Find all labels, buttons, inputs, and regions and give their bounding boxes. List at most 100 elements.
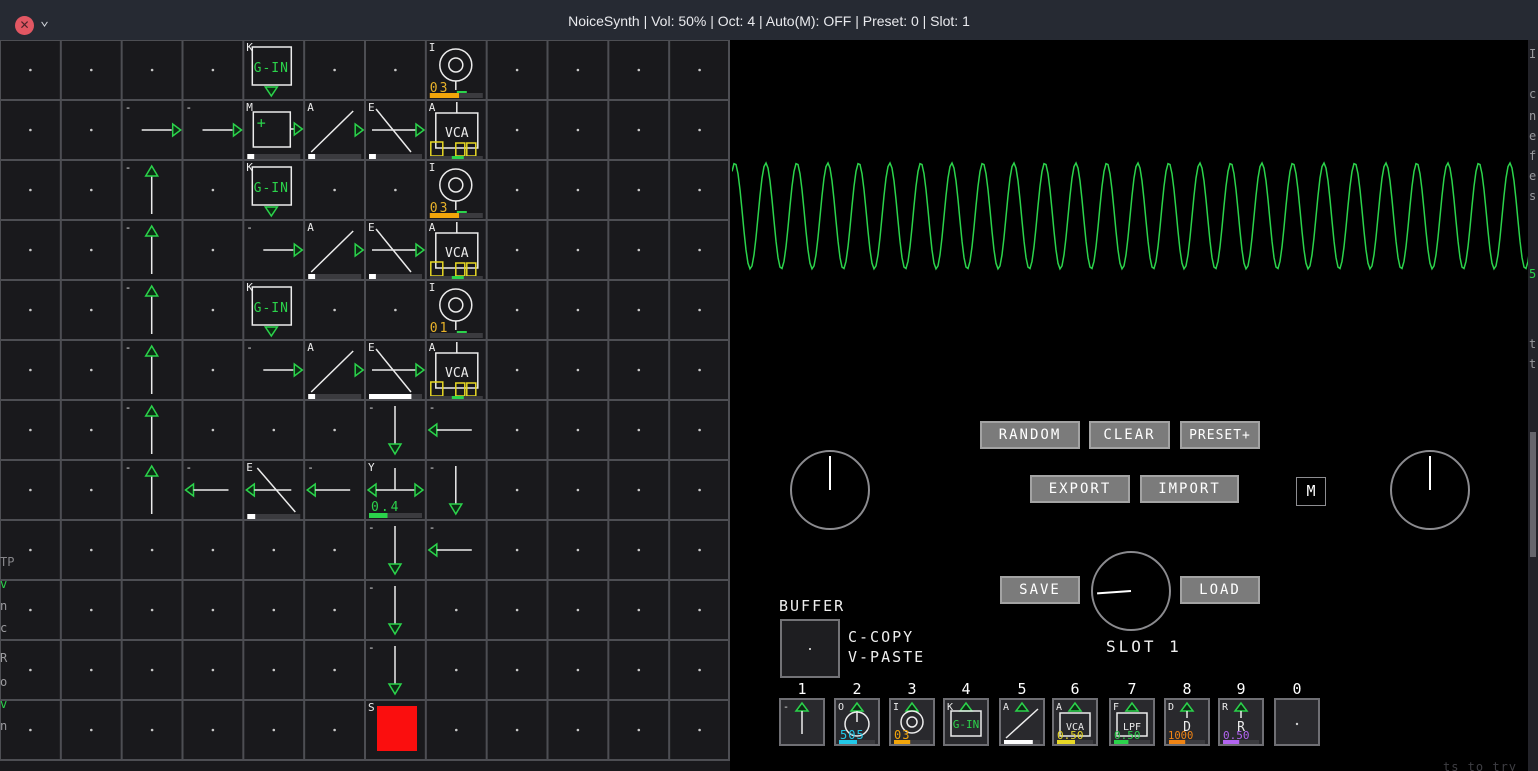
module-wire-down[interactable]: - [368, 581, 401, 634]
svg-text:-: - [783, 702, 789, 713]
left-edge-fragment: TP [0, 556, 14, 568]
module-wire-up[interactable]: - [125, 461, 158, 514]
svg-text:0.4: 0.4 [371, 500, 400, 515]
module-wire-left[interactable]: - [307, 461, 350, 496]
module-wire-up[interactable]: - [125, 161, 158, 214]
svg-text:505: 505 [840, 728, 865, 742]
module-output[interactable]: S [368, 701, 417, 751]
save-button[interactable]: SAVE [1000, 576, 1080, 604]
oscilloscope-display [732, 150, 1538, 280]
svg-text:G-IN: G-IN [953, 718, 980, 731]
module-wire-left[interactable]: - [429, 401, 472, 436]
palette-item-delay[interactable]: DD1000 [1164, 698, 1210, 746]
svg-text:-: - [246, 341, 253, 354]
svg-text:A: A [307, 341, 314, 354]
load-button[interactable]: LOAD [1180, 576, 1260, 604]
module-ramp-up[interactable]: A [307, 101, 363, 159]
module-wire-right[interactable]: - [125, 101, 181, 136]
palette-key-0: 0 [1274, 680, 1320, 698]
palette-item-lpf[interactable]: FLPF0.50 [1109, 698, 1155, 746]
module-wire-down[interactable]: - [368, 521, 401, 574]
module-splitter[interactable]: Y 0.4 [368, 461, 423, 518]
module-ramp-up[interactable]: A [307, 221, 363, 279]
module-ramp-up[interactable]: A [307, 341, 363, 399]
module-speaker[interactable]: I03 [429, 161, 483, 218]
svg-text:D: D [1168, 702, 1174, 713]
module-wire-right[interactable]: - [186, 101, 242, 136]
slot-knob[interactable] [1091, 551, 1171, 631]
right-edge-fragment: c [1529, 88, 1536, 100]
palette-key-4: 4 [943, 680, 989, 698]
palette-key-5: 5 [999, 680, 1045, 698]
palette-item-gate-in[interactable]: KG-IN [943, 698, 989, 746]
svg-text:Y: Y [368, 461, 375, 474]
palette-item-reverb[interactable]: RR0.50 [1218, 698, 1264, 746]
module-wire-left[interactable]: - [186, 461, 229, 496]
svg-text:+: + [257, 114, 266, 132]
svg-text:F: F [1113, 702, 1119, 713]
preset-button[interactable]: PRESET+ [1180, 421, 1260, 449]
window-title: NoiceSynth | Vol: 50% | Oct: 4 | Auto(M)… [0, 0, 1538, 40]
module-wire-up[interactable]: - [125, 221, 158, 274]
module-speaker[interactable]: I03 [429, 41, 483, 98]
module-ramp-down[interactable]: E [368, 101, 424, 159]
palette-item-empty[interactable] [1274, 698, 1320, 746]
module-speaker[interactable]: I01 [429, 281, 483, 338]
palette-key-6: 6 [1052, 680, 1098, 698]
module-gate-in[interactable]: KG-IN [246, 41, 291, 96]
module-gate-in[interactable]: KG-IN [246, 161, 291, 216]
module-vca[interactable]: AVCA [429, 101, 483, 159]
palette-key-1: 1 [779, 680, 825, 698]
svg-text:-: - [125, 161, 132, 174]
palette-item-vca[interactable]: AVCA0.50 [1052, 698, 1098, 746]
random-button[interactable]: RANDOM [980, 421, 1080, 449]
right-edge-fragment: t [1529, 338, 1536, 350]
module-wire-right[interactable]: - [246, 221, 302, 256]
module-wire-left[interactable]: - [429, 521, 472, 556]
svg-text:-: - [125, 101, 132, 114]
module-wire-up[interactable]: - [125, 341, 158, 394]
module-wire-down[interactable]: - [429, 461, 462, 514]
module-ramp-down[interactable]: E [368, 221, 424, 279]
import-button[interactable]: IMPORT [1140, 475, 1239, 503]
patch-grid[interactable]: KG-INI03--M+AEAVCA-KG-INI03--AEAVCA-KG-I… [0, 40, 730, 771]
scrollbar-thumb[interactable] [1530, 432, 1536, 557]
m-toggle[interactable]: M [1296, 477, 1326, 506]
palette-key-2: 2 [834, 680, 880, 698]
palette-item-ramp[interactable]: A [999, 698, 1045, 746]
module-wire-down[interactable]: - [368, 401, 401, 454]
module-vca[interactable]: AVCA [429, 341, 483, 399]
svg-text:I: I [893, 702, 899, 713]
palette-key-3: 3 [889, 680, 935, 698]
palette-item-wire-up[interactable]: - [779, 698, 825, 746]
clear-button[interactable]: CLEAR [1089, 421, 1170, 449]
buffer-box[interactable] [780, 619, 840, 678]
right-knob[interactable] [1390, 450, 1470, 530]
module-crossfade[interactable]: E [246, 461, 300, 519]
module-wire-up[interactable]: - [125, 401, 158, 454]
svg-text:-: - [125, 281, 132, 294]
svg-text:I: I [429, 281, 436, 294]
paste-hint: V-PASTE [848, 648, 925, 666]
svg-text:VCA: VCA [445, 126, 469, 141]
export-button[interactable]: EXPORT [1030, 475, 1130, 503]
bottom-text-fragment: ts to try [1443, 760, 1517, 771]
svg-text:I: I [429, 161, 436, 174]
module-mixer[interactable]: M+ [246, 101, 302, 159]
module-vca[interactable]: AVCA [429, 221, 483, 279]
titlebar: ✕ ⌄ NoiceSynth | Vol: 50% | Oct: 4 | Aut… [0, 0, 1538, 40]
svg-text:-: - [368, 641, 375, 654]
module-ramp-down[interactable]: E [368, 341, 424, 399]
palette-item-oscillator[interactable]: O505 [834, 698, 880, 746]
svg-text:E: E [246, 461, 253, 474]
module-wire-down[interactable]: - [368, 641, 401, 694]
app-window: ✕ ⌄ NoiceSynth | Vol: 50% | Oct: 4 | Aut… [0, 0, 1538, 771]
svg-text:-: - [429, 521, 436, 534]
module-wire-right[interactable]: - [246, 341, 302, 376]
module-wire-up[interactable]: - [125, 281, 158, 334]
module-gate-in[interactable]: KG-IN [246, 281, 291, 336]
palette-item-speaker[interactable]: I03 [889, 698, 935, 746]
svg-text:S: S [368, 701, 375, 714]
left-knob[interactable] [790, 450, 870, 530]
svg-text:G-IN: G-IN [254, 61, 289, 76]
